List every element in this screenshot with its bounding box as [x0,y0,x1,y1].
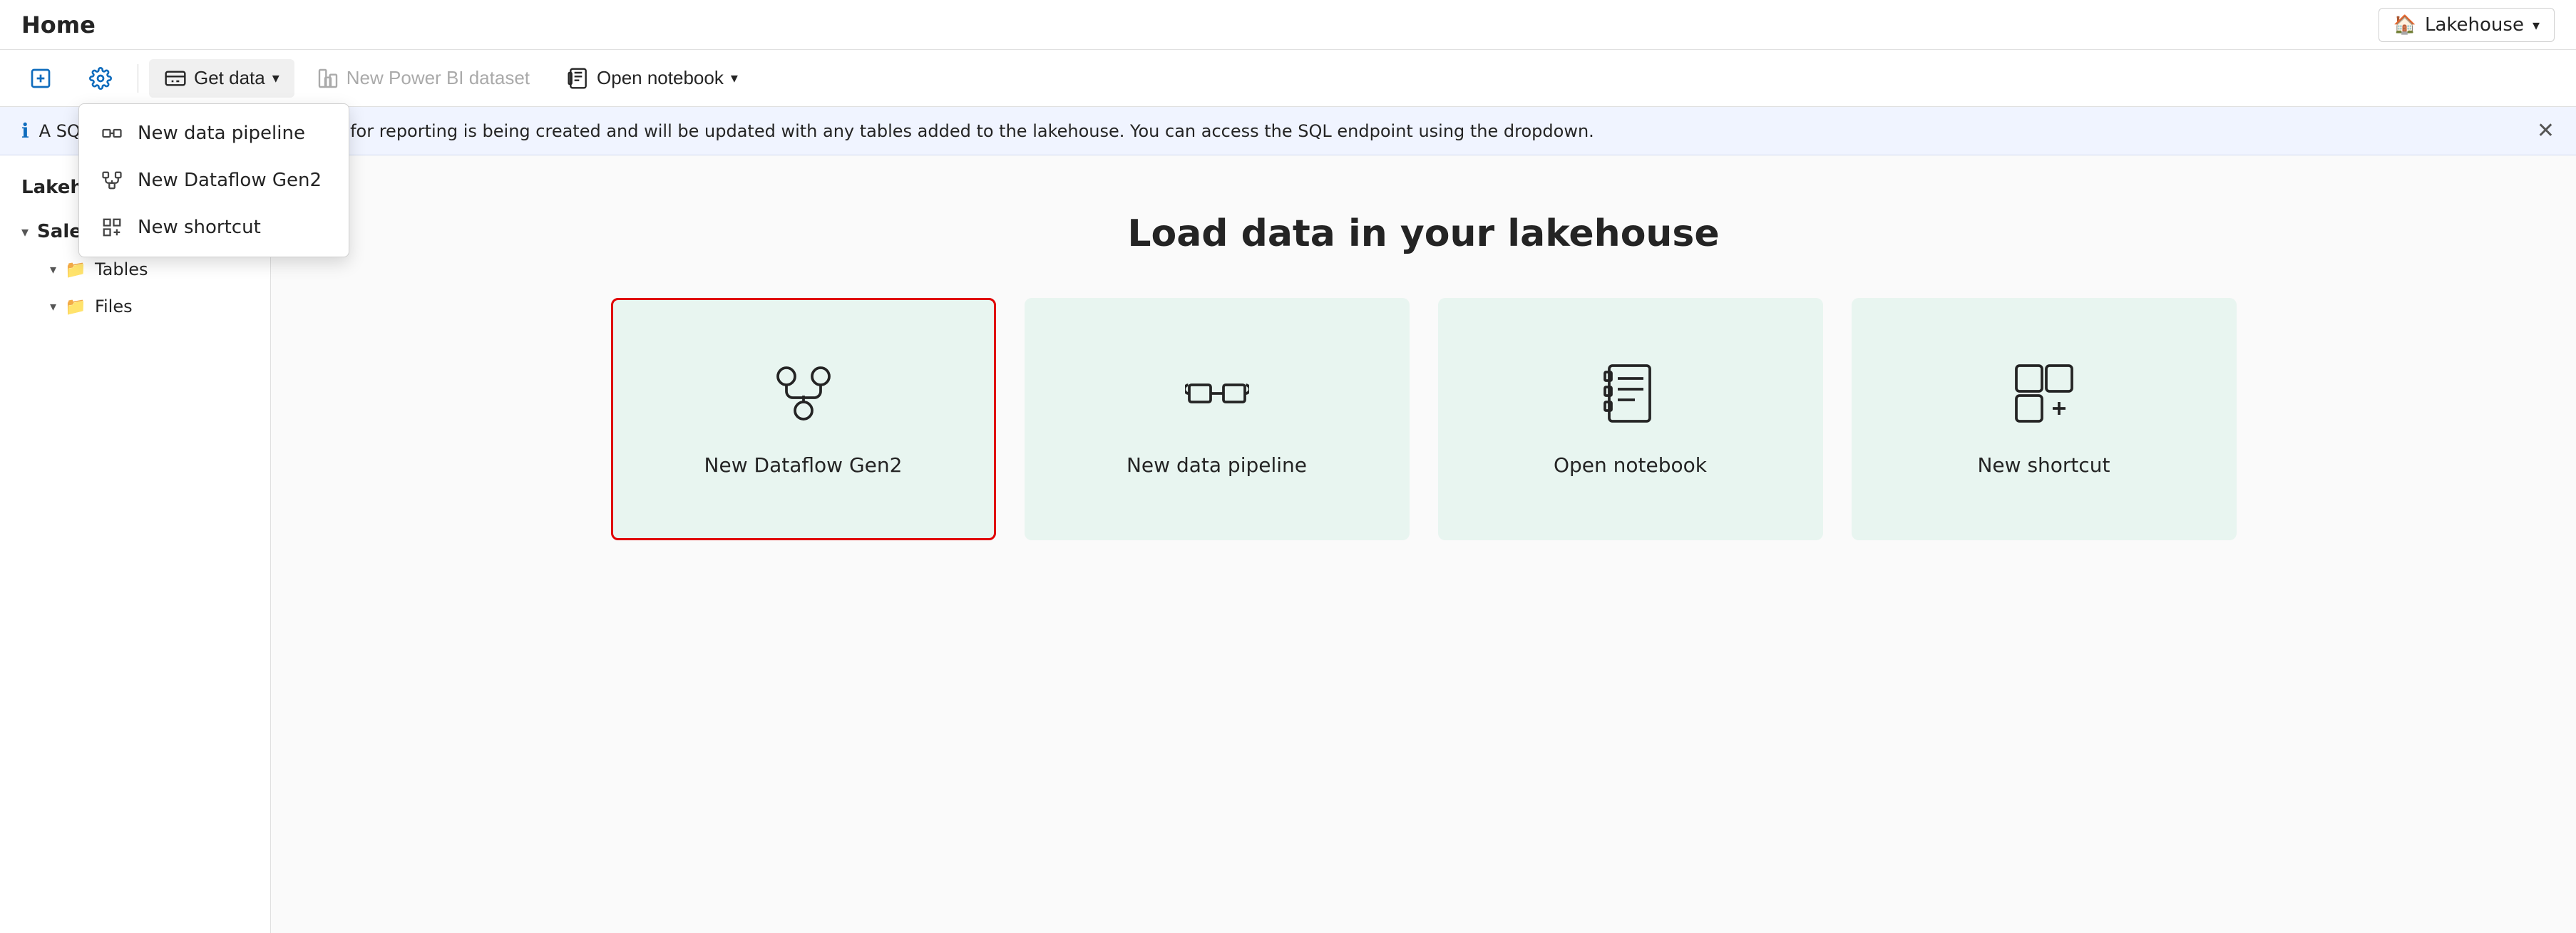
dropdown-pipeline-label: New data pipeline [138,123,305,144]
new-button[interactable] [14,59,67,98]
card-pipeline[interactable]: New data pipeline [1025,298,1410,540]
workspace-switcher[interactable]: 🏠 Lakehouse ▾ [2379,8,2555,42]
notification-close-button[interactable]: ✕ [2537,118,2555,143]
main-layout: Lakehouse ▾ SalesLakehouse ▾ 📁 Tables ▾ … [0,155,2576,933]
chevron-down-icon: ▾ [2533,16,2540,33]
power-bi-icon [317,67,339,90]
title-bar: Home 🏠 Lakehouse ▾ [0,0,2576,50]
pipeline-icon [99,123,125,144]
title-bar-left: Home [21,11,96,38]
content-title: Load data in your lakehouse [1127,212,1719,255]
open-notebook-label: Open notebook [597,67,724,89]
settings-icon [89,67,112,90]
dataflow-icon [99,170,125,191]
sidebar-item-files[interactable]: ▾ 📁 Files [0,288,270,325]
card-shortcut-icon [2012,361,2076,436]
files-chevron: ▾ [50,299,56,314]
workspace-label: Lakehouse [2425,14,2524,36]
open-notebook-button[interactable]: Open notebook ▾ [552,59,753,98]
card-dataflow[interactable]: New Dataflow Gen2 [611,298,996,540]
new-power-bi-label: New Power BI dataset [347,67,530,89]
card-pipeline-label: New data pipeline [1127,453,1307,477]
card-dataflow-icon [771,361,836,436]
new-power-bi-button[interactable]: New Power BI dataset [302,59,545,98]
page-title: Home [21,11,96,38]
dropdown-item-shortcut[interactable]: New shortcut [79,204,349,251]
dropdown-item-dataflow[interactable]: New Dataflow Gen2 [79,157,349,204]
content-area: Load data in your lakehouse New Dataflow… [271,155,2576,933]
settings-button[interactable] [74,59,127,98]
notebook-icon [567,67,590,90]
get-data-label: Get data [194,67,265,89]
files-label: Files [95,297,133,316]
sidebar: Lakehouse ▾ SalesLakehouse ▾ 📁 Tables ▾ … [0,155,271,933]
notification-bar: ℹ A SQL endpoint and default dataset for… [0,107,2576,155]
card-shortcut[interactable]: New shortcut [1852,298,2237,540]
card-dataflow-label: New Dataflow Gen2 [704,453,903,477]
cards-row: New Dataflow Gen2 New data pipeline [611,298,2237,540]
new-icon [29,67,52,90]
card-notebook-label: Open notebook [1554,453,1707,477]
toolbar: Get data ▾ New Power BI dataset Open not… [0,50,2576,107]
dropdown-item-pipeline[interactable]: New data pipeline [79,110,349,157]
workspace-icon: 🏠 [2393,14,2416,36]
get-data-icon [164,67,187,90]
sidebar-chevron-down: ▾ [21,223,29,240]
card-shortcut-label: New shortcut [1977,453,2110,477]
folder-files-icon: 📁 [65,297,86,316]
shortcut-menu-icon [99,217,125,238]
card-notebook-icon [1599,361,1663,436]
card-pipeline-icon [1185,361,1249,436]
get-data-dropdown: New data pipeline New Dataflow Gen2 [78,103,349,257]
tables-chevron: ▾ [50,262,56,277]
open-notebook-chevron: ▾ [731,69,738,87]
get-data-chevron: ▾ [272,69,279,87]
get-data-button[interactable]: Get data ▾ [149,59,294,98]
folder-icon: 📁 [65,259,86,279]
tables-label: Tables [95,259,148,279]
info-icon: ℹ [21,119,29,143]
dropdown-dataflow-label: New Dataflow Gen2 [138,170,322,191]
card-notebook[interactable]: Open notebook [1438,298,1823,540]
dropdown-shortcut-label: New shortcut [138,217,261,238]
